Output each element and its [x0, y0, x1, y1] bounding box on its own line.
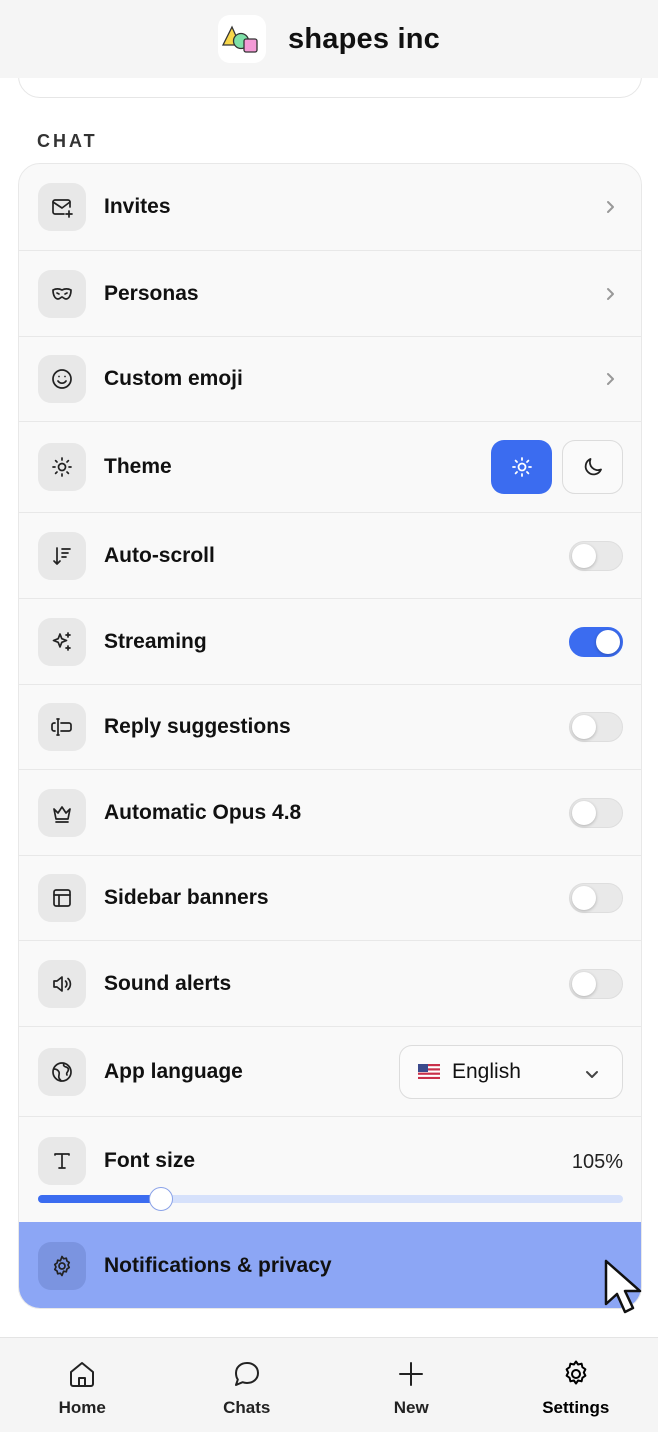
- chat-bubble-icon: [234, 1362, 259, 1386]
- dark-theme-button[interactable]: [562, 440, 623, 494]
- app-header: shapes inc: [0, 0, 658, 78]
- tab-chats[interactable]: Chats: [165, 1338, 330, 1432]
- tab-label: Chats: [223, 1398, 271, 1417]
- tab-settings[interactable]: Settings: [494, 1338, 658, 1432]
- auto-scroll-toggle[interactable]: [569, 540, 623, 571]
- chevron-right-icon: [603, 372, 617, 386]
- plus-icon: [399, 1362, 424, 1386]
- home-icon: [70, 1362, 95, 1387]
- automatic-opus-toggle[interactable]: [569, 797, 623, 828]
- mask-icon: [38, 269, 86, 318]
- reply-suggestions-label: Reply suggestions: [104, 715, 291, 738]
- sun-icon: [511, 457, 532, 477]
- sound-alerts-row: Sound alerts: [19, 940, 641, 1026]
- slider-fill: [38, 1195, 161, 1203]
- tab-label: Home: [58, 1398, 106, 1417]
- language-select[interactable]: English: [399, 1044, 623, 1099]
- notifications-privacy-label: Notifications & privacy: [104, 1254, 332, 1277]
- type-icon: [38, 1137, 86, 1185]
- streaming-toggle[interactable]: [569, 626, 623, 657]
- tab-new[interactable]: New: [329, 1338, 494, 1432]
- speaker-icon: [38, 959, 86, 1008]
- tab-home[interactable]: Home: [0, 1338, 165, 1432]
- theme-row: Theme: [19, 421, 641, 512]
- moon-icon: [584, 458, 602, 476]
- mouse-cursor-icon: [604, 1259, 642, 1314]
- invites-row[interactable]: Invites: [19, 164, 641, 250]
- sidebar-banners-row: Sidebar banners: [19, 855, 641, 940]
- chevron-right-icon: [603, 287, 617, 301]
- slider-thumb[interactable]: [149, 1187, 173, 1211]
- chevron-down-icon: [586, 1070, 598, 1078]
- sidebar-banners-toggle[interactable]: [569, 883, 623, 913]
- reply-suggestions-row: Reply suggestions: [19, 684, 641, 769]
- smiley-icon: [38, 355, 86, 403]
- us-flag-icon: [418, 1064, 440, 1079]
- sparkles-icon: [38, 617, 86, 666]
- tab-label: New: [393, 1398, 429, 1417]
- personas-row[interactable]: Personas: [19, 250, 641, 336]
- app-language-label: App language: [104, 1059, 243, 1083]
- font-size-row: Font size 105%: [19, 1116, 641, 1222]
- sound-alerts-toggle[interactable]: [569, 968, 623, 999]
- sound-alerts-label: Sound alerts: [104, 971, 232, 995]
- chat-settings-card: Invites Personas Custom emoji Theme Auto…: [18, 163, 642, 1309]
- gear-icon: [565, 1360, 587, 1385]
- auto-scroll-label: Auto-scroll: [104, 543, 215, 567]
- font-size-slider[interactable]: [38, 1187, 623, 1211]
- mail-plus-icon: [38, 183, 86, 231]
- tab-label: Settings: [542, 1398, 610, 1417]
- auto-scroll-row: Auto-scroll: [19, 512, 641, 598]
- text-cursor-icon: [38, 703, 86, 751]
- reply-suggestions-toggle[interactable]: [569, 712, 623, 742]
- app-title: shapes inc: [288, 22, 440, 55]
- sun-icon: [38, 443, 86, 491]
- notifications-privacy-row[interactable]: Notifications & privacy: [19, 1222, 641, 1308]
- invites-label: Invites: [104, 195, 171, 218]
- bottom-tab-bar: Home Chats New Settings: [0, 1337, 658, 1432]
- layout-icon: [38, 874, 86, 922]
- theme-switcher: [491, 440, 623, 494]
- theme-label: Theme: [104, 455, 172, 478]
- custom-emoji-label: Custom emoji: [104, 367, 243, 390]
- font-size-label: Font size: [104, 1149, 196, 1172]
- app-language-row: App language English: [19, 1026, 641, 1116]
- section-title: CHAT: [37, 131, 98, 151]
- gear-icon: [38, 1242, 86, 1290]
- language-value: English: [452, 1059, 521, 1083]
- font-size-value: 105%: [571, 1151, 623, 1173]
- automatic-opus-row: Automatic Opus 4.8: [19, 769, 641, 855]
- personas-label: Personas: [104, 281, 199, 305]
- chevron-right-icon: [603, 200, 617, 214]
- globe-icon: [38, 1047, 86, 1096]
- light-theme-button[interactable]: [491, 440, 552, 494]
- arrow-down-lines-icon: [38, 531, 86, 580]
- custom-emoji-row[interactable]: Custom emoji: [19, 336, 641, 421]
- automatic-opus-label: Automatic Opus 4.8: [104, 800, 302, 824]
- sidebar-banners-label: Sidebar banners: [104, 886, 269, 909]
- crown-icon: [38, 788, 86, 837]
- streaming-row: Streaming: [19, 598, 641, 684]
- shapes-logo: [218, 15, 267, 63]
- streaming-label: Streaming: [104, 629, 207, 653]
